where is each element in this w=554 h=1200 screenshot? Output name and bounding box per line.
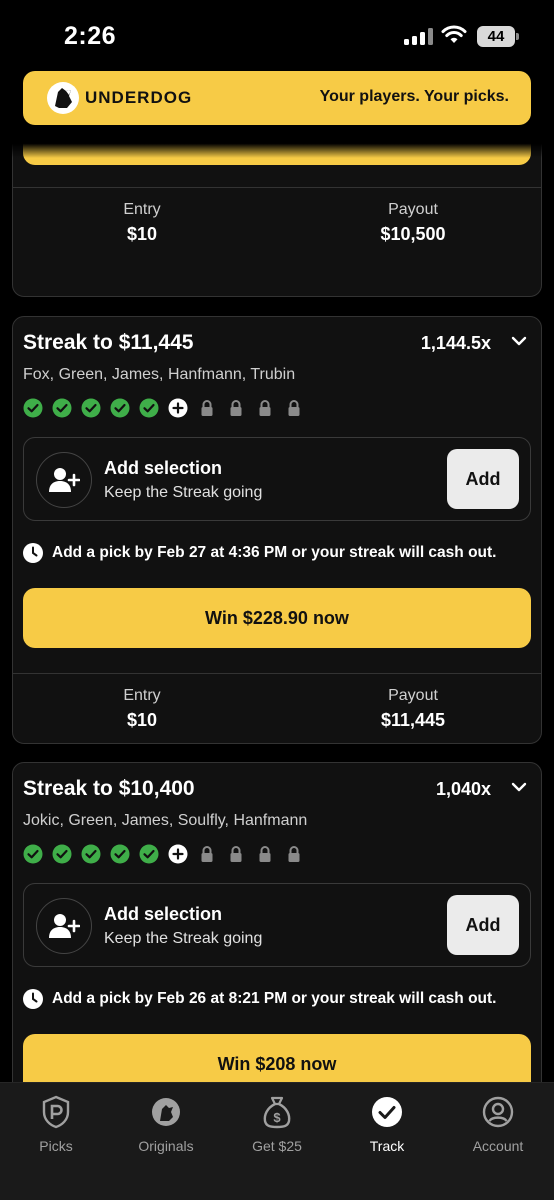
lock-icon <box>255 398 275 418</box>
player-list: Jokic, Green, James, Soulfly, Hanfmann <box>23 812 308 829</box>
add-selection-subtitle: Keep the Streak going <box>104 930 263 947</box>
player-list: Fox, Green, James, Hanfmann, Trubin <box>23 366 296 383</box>
payout-value: $10,500 <box>380 224 446 244</box>
payout-value: $11,445 <box>380 710 446 730</box>
check-icon <box>139 844 159 864</box>
entry-summary: Entry $10 <box>42 687 242 731</box>
svg-text:$: $ <box>273 1110 281 1125</box>
brand-tagline: Your players. Your picks. <box>319 88 509 105</box>
add-selection-subtitle: Keep the Streak going <box>104 484 263 501</box>
check-icon <box>110 844 130 864</box>
check-icon <box>23 844 43 864</box>
status-bar: 2:26 44 <box>0 0 554 70</box>
entry-label: Entry <box>123 201 161 218</box>
multiplier: 1,040x <box>435 779 491 799</box>
battery-level: 44 <box>487 28 505 45</box>
multiplier: 1,144.5x <box>420 333 491 353</box>
win-now-button[interactable]: Win $208 now <box>23 1034 531 1082</box>
payout-summary: Payout $11,445 <box>313 687 513 731</box>
check-icon <box>23 398 43 418</box>
add-button[interactable]: Add <box>447 895 519 955</box>
streak-progress <box>23 844 304 864</box>
phone-screen: 2:26 44 UNDERDOG Your players. Your pick… <box>0 0 554 1200</box>
add-button[interactable]: Add <box>447 449 519 509</box>
streak-progress <box>23 398 304 418</box>
account-icon <box>448 1095 548 1129</box>
brand-banner[interactable]: UNDERDOG Your players. Your picks. <box>23 71 531 125</box>
cellular-signal-icon <box>404 28 433 45</box>
bottom-tab-bar: Picks Originals $ Get $25 Track Account <box>0 1082 554 1200</box>
lock-icon <box>197 844 217 864</box>
check-icon <box>139 398 159 418</box>
tab-label: Account <box>472 1138 524 1154</box>
picks-icon <box>6 1095 106 1129</box>
tab-track[interactable]: Track <box>337 1095 437 1154</box>
entry-label: Entry <box>123 687 161 704</box>
lock-icon <box>284 844 304 864</box>
clock-icon <box>23 989 43 1009</box>
deadline-text: Add a pick by Feb 27 at 4:36 PM or your … <box>52 544 497 561</box>
scroll-fade <box>0 140 554 158</box>
deadline-text: Add a pick by Feb 26 at 8:21 PM or your … <box>52 990 497 1007</box>
plus-icon <box>168 398 188 418</box>
check-icon <box>52 398 72 418</box>
payout-label: Payout <box>388 201 438 218</box>
originals-icon <box>116 1095 216 1129</box>
check-icon <box>81 398 101 418</box>
check-icon <box>110 398 130 418</box>
lock-icon <box>255 844 275 864</box>
add-selection-box[interactable]: Add selection Keep the Streak going Add <box>23 437 531 521</box>
streak-title: Streak to $11,445 <box>23 331 194 354</box>
entry-card: Win $63 now Entry $10 Payout $10,500 <box>12 140 542 297</box>
deadline-notice: Add a pick by Feb 27 at 4:36 PM or your … <box>23 543 496 563</box>
card-divider <box>13 187 541 188</box>
check-circle-icon <box>337 1095 437 1129</box>
entry-summary: Entry $10 <box>42 201 242 245</box>
card-divider <box>13 673 541 674</box>
check-icon <box>52 844 72 864</box>
entry-value: $10 <box>126 710 158 730</box>
tab-picks[interactable]: Picks <box>6 1095 106 1154</box>
check-icon <box>81 844 101 864</box>
lock-icon <box>197 398 217 418</box>
tab-label: Picks <box>39 1138 73 1154</box>
battery-icon: 44 <box>477 26 515 47</box>
payout-label: Payout <box>388 687 438 704</box>
streak-card: Streak to $11,445 1,144.5x Fox, Green, J… <box>12 316 542 744</box>
chevron-down-icon[interactable] <box>511 335 527 347</box>
tab-originals[interactable]: Originals <box>116 1095 216 1154</box>
payout-summary: Payout $10,500 <box>313 201 513 245</box>
streak-title: Streak to $10,400 <box>23 777 195 800</box>
win-now-button[interactable]: Win $228.90 now <box>23 588 531 648</box>
clock-icon <box>23 543 43 563</box>
tab-label: Get $25 <box>252 1138 302 1154</box>
underdog-logo-icon <box>47 82 79 114</box>
tab-label: Track <box>369 1138 405 1154</box>
tab-label: Originals <box>138 1138 194 1154</box>
deadline-notice: Add a pick by Feb 26 at 8:21 PM or your … <box>23 989 496 1009</box>
lock-icon <box>226 398 246 418</box>
tab-get-25[interactable]: $ Get $25 <box>227 1095 327 1154</box>
entry-value: $10 <box>126 224 158 244</box>
streak-card: Streak to $10,400 1,040x Jokic, Green, J… <box>12 762 542 1082</box>
wifi-icon <box>441 25 467 43</box>
lock-icon <box>284 398 304 418</box>
add-selection-box[interactable]: Add selection Keep the Streak going Add <box>23 883 531 967</box>
plus-icon <box>168 844 188 864</box>
status-time: 2:26 <box>64 22 117 50</box>
add-user-icon <box>36 452 92 508</box>
add-selection-title: Add selection <box>104 904 223 924</box>
tab-account[interactable]: Account <box>448 1095 548 1154</box>
lock-icon <box>226 844 246 864</box>
battery-tip <box>516 33 519 40</box>
brand-name: UNDERDOG <box>85 88 193 107</box>
add-selection-title: Add selection <box>104 458 223 478</box>
add-user-icon <box>36 898 92 954</box>
money-bag-icon: $ <box>227 1095 327 1129</box>
chevron-down-icon[interactable] <box>511 781 527 793</box>
entries-list[interactable]: Win $63 now Entry $10 Payout $10,500 Str… <box>0 140 554 1082</box>
